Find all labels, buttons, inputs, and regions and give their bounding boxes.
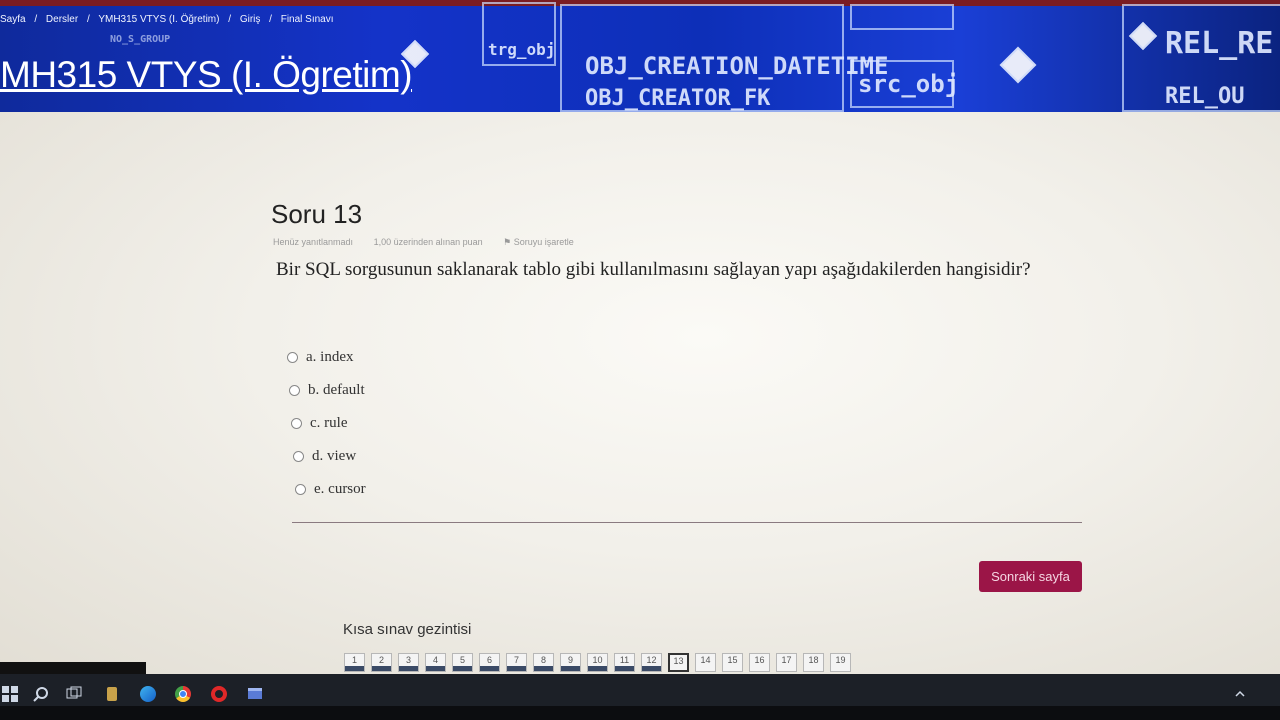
- breadcrumb-item-intro[interactable]: Giriş: [240, 14, 261, 25]
- nav-question-button[interactable]: 17: [776, 653, 797, 672]
- diagram-label: REL_OU: [1165, 84, 1245, 109]
- question-title: Soru 13: [271, 199, 363, 229]
- option-e[interactable]: e. cursor: [295, 473, 366, 506]
- radio-button[interactable]: [287, 352, 298, 363]
- option-b[interactable]: b. default: [289, 374, 366, 407]
- radio-button[interactable]: [289, 385, 300, 396]
- breadcrumb-separator: /: [269, 14, 272, 25]
- flag-question-label: Soruyu işaretle: [513, 237, 574, 247]
- edge-browser-icon[interactable]: [140, 686, 156, 702]
- nav-question-button[interactable]: 8: [533, 653, 554, 672]
- diagram-box: [850, 4, 954, 30]
- radio-button[interactable]: [293, 451, 304, 462]
- answer-options: a. index b. default c. rule d. view e. c…: [287, 341, 366, 506]
- window-app-icon[interactable]: [247, 686, 263, 702]
- nav-question-button[interactable]: 1: [344, 653, 365, 672]
- quiz-navigation-title: Kısa sınav gezintisi: [343, 621, 472, 638]
- flag-question-link[interactable]: ⚑ Soruyu işaretle: [503, 237, 592, 247]
- search-icon[interactable]: [33, 686, 49, 702]
- breadcrumb-item-home[interactable]: Sayfa: [0, 14, 26, 25]
- course-title-link[interactable]: MH315 VTYS (I. Ögretim): [0, 54, 413, 96]
- option-label: b. default: [308, 382, 365, 398]
- radio-button[interactable]: [291, 418, 302, 429]
- question-status: Henüz yanıtlanmadı: [273, 237, 354, 247]
- radio-button[interactable]: [295, 484, 306, 495]
- quiz-navigation: 1 2 3 4 5 6 7 8 9 10 11 12 13 14 15 16 1…: [344, 653, 857, 672]
- screen-bezel: [0, 706, 1280, 720]
- breadcrumb-item-course[interactable]: YMH315 VTYS (I. Öğretim): [98, 14, 219, 25]
- option-label: c. rule: [310, 415, 348, 431]
- app-icon[interactable]: [104, 686, 120, 702]
- nav-question-button[interactable]: 3: [398, 653, 419, 672]
- opera-browser-icon[interactable]: [211, 686, 227, 702]
- task-view-icon[interactable]: [66, 686, 82, 702]
- quiz-content: Soru 13 Henüz yanıtlanmadı 1,00 üzerinde…: [0, 112, 1280, 674]
- nav-question-button[interactable]: 16: [749, 653, 770, 672]
- nav-question-button[interactable]: 7: [506, 653, 527, 672]
- course-header-banner: OBJ_CREATION_DATETIME OBJ_CREATOR_FK src…: [0, 0, 1280, 112]
- breadcrumb-item-courses[interactable]: Dersler: [46, 14, 78, 25]
- nav-question-button[interactable]: 12: [641, 653, 662, 672]
- diagram-label: OBJ_CREATOR_FK: [585, 86, 771, 111]
- divider: [292, 522, 1082, 523]
- nav-question-button-current[interactable]: 13: [668, 653, 689, 672]
- question-text: Bir SQL sorgusunun saklanarak tablo gibi…: [276, 259, 1031, 280]
- chrome-browser-icon[interactable]: [175, 686, 191, 702]
- nav-question-button[interactable]: 9: [560, 653, 581, 672]
- option-d[interactable]: d. view: [293, 440, 366, 473]
- chrome-center: [179, 690, 187, 698]
- nav-question-button[interactable]: 4: [425, 653, 446, 672]
- option-label: e. cursor: [314, 481, 366, 497]
- nav-question-button[interactable]: 5: [452, 653, 473, 672]
- option-label: d. view: [312, 448, 357, 464]
- nav-question-button[interactable]: 15: [722, 653, 743, 672]
- breadcrumb-item-final-exam[interactable]: Final Sınavı: [281, 14, 334, 25]
- option-label: a. index: [306, 349, 354, 365]
- diagram-diamond-icon: [999, 46, 1037, 84]
- nav-question-button[interactable]: 11: [614, 653, 635, 672]
- nav-question-button[interactable]: 10: [587, 653, 608, 672]
- question-info: Henüz yanıtlanmadı 1,00 üzerinden alınan…: [273, 237, 610, 248]
- breadcrumb: Sayfa / Dersler / YMH315 VTYS (I. Öğreti…: [0, 14, 340, 25]
- diagram-label: REL_RE: [1165, 26, 1274, 61]
- diagram-label: NO_S_GROUP: [110, 34, 171, 45]
- breadcrumb-separator: /: [34, 14, 38, 25]
- diagram-label: trg_obj: [488, 40, 556, 59]
- option-a[interactable]: a. index: [287, 341, 366, 374]
- nav-question-button[interactable]: 19: [830, 653, 851, 672]
- nav-question-button[interactable]: 14: [695, 653, 716, 672]
- nav-question-button[interactable]: 6: [479, 653, 500, 672]
- nav-question-button[interactable]: 2: [371, 653, 392, 672]
- option-c[interactable]: c. rule: [291, 407, 366, 440]
- nav-question-button[interactable]: 18: [803, 653, 824, 672]
- breadcrumb-separator: /: [228, 14, 232, 25]
- status-bar: [0, 662, 146, 674]
- breadcrumb-separator: /: [86, 14, 90, 25]
- chevron-up-icon[interactable]: [1232, 686, 1248, 702]
- diagram-label: src_obj: [858, 70, 960, 98]
- diagram-label: OBJ_CREATION_DATETIME: [585, 52, 889, 80]
- windows-start-icon[interactable]: [2, 686, 18, 702]
- next-page-button[interactable]: Sonraki sayfa: [979, 561, 1082, 592]
- question-points: 1,00 üzerinden alınan puan: [373, 237, 483, 247]
